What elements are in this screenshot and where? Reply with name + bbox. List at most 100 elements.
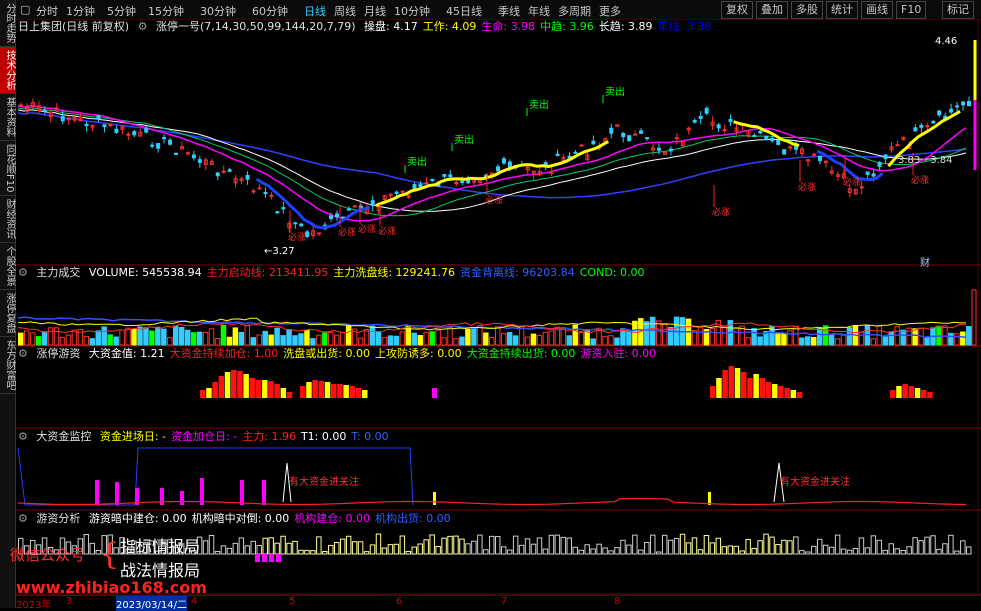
- volume-bar: [339, 331, 346, 346]
- candle-body: [895, 144, 900, 147]
- volume-bar: [53, 327, 60, 346]
- youzi-bar: [417, 543, 423, 555]
- volume-bar: [262, 330, 268, 346]
- volume-bar: [608, 335, 614, 346]
- youzi-bar: [393, 543, 400, 555]
- youzi-bar: [322, 550, 328, 555]
- settings-gear-icon[interactable]: ⚙: [18, 266, 28, 279]
- candle-body: [501, 158, 506, 164]
- zt-bar: [255, 380, 262, 398]
- candle-body: [460, 180, 465, 184]
- candle-body: [334, 213, 339, 218]
- youzi-bar: [351, 541, 358, 555]
- youzi-bar: [584, 544, 590, 555]
- zt-panel-title[interactable]: 涨停游资: [36, 347, 80, 360]
- youzi-bar: [232, 542, 239, 555]
- youzi-bar: [745, 539, 751, 555]
- monitor-panel-title[interactable]: 大资金监控: [36, 430, 91, 443]
- candle-body: [257, 187, 262, 190]
- volume-bar: [471, 328, 477, 346]
- settings-gear-icon[interactable]: ⚙: [18, 512, 28, 525]
- youzi-bar: [799, 550, 805, 555]
- youzi-bar: [244, 545, 251, 555]
- volume-bar: [238, 331, 245, 346]
- volume-bar: [357, 337, 364, 346]
- volume-bar: [512, 335, 519, 346]
- volume-bar: [453, 338, 459, 346]
- candle-body: [507, 161, 512, 168]
- youzi-bar: [834, 534, 841, 555]
- legend-item: T1: 0.00: [300, 430, 347, 443]
- watermark-wechat: 微信公众号: [10, 546, 86, 564]
- youzi-bar: [721, 546, 728, 555]
- youzi-bar: [709, 542, 716, 555]
- legend-item: 洗盘或出货: 0.00: [283, 347, 370, 360]
- volume-bar: [149, 330, 155, 346]
- volume-bar: [751, 328, 757, 346]
- main-indicator-name[interactable]: 涨停一号(7,14,30,50,99,144,20,7,79): [156, 20, 356, 33]
- volume-bar: [143, 327, 149, 346]
- volume-bar: [912, 328, 918, 346]
- youzi-bar: [942, 543, 948, 555]
- youzi-bar: [715, 537, 722, 555]
- youzi-bar: [578, 549, 584, 555]
- youzi-panel-title[interactable]: 游资分析: [36, 512, 80, 525]
- date-axis: 2023年 3 2023/03/14/二 4 5 6 7 8: [16, 595, 981, 611]
- monitor-note: 有大资金进关注: [289, 475, 359, 488]
- candle-body: [132, 131, 137, 136]
- volume-bar: [220, 324, 227, 346]
- youzi-bar: [328, 544, 334, 555]
- youzi-bar: [268, 537, 274, 555]
- volume-bar: [125, 327, 131, 346]
- candle-body: [346, 208, 351, 211]
- candle-body: [770, 137, 775, 142]
- settings-gear-icon[interactable]: ⚙: [18, 347, 28, 360]
- youzi-bar: [369, 544, 376, 555]
- volume-bar: [530, 333, 537, 346]
- volume-bar: [578, 332, 584, 346]
- candle-body: [674, 137, 679, 140]
- zt-bar: [331, 384, 337, 398]
- candle-body: [454, 181, 459, 184]
- candle-body: [949, 108, 954, 113]
- cai-badge[interactable]: 财: [920, 254, 930, 269]
- volume-bar: [411, 332, 417, 346]
- date-label: 2023/03/14/二: [116, 596, 188, 611]
- settings-gear-icon[interactable]: ⚙: [18, 430, 28, 443]
- volume-bar: [214, 338, 221, 346]
- volume-bar: [614, 337, 620, 346]
- youzi-bar: [447, 535, 453, 555]
- volume-bar: [178, 326, 185, 346]
- youzi-bar: [423, 539, 429, 555]
- volume-panel-title[interactable]: 主力成交: [36, 266, 80, 279]
- volume-bar: [316, 334, 322, 346]
- youzi-bar: [757, 540, 763, 555]
- candle-body: [466, 179, 471, 184]
- candle-body: [275, 211, 280, 214]
- youzi-bar: [650, 534, 656, 555]
- volume-bar: [888, 331, 894, 346]
- candle-body: [692, 120, 697, 123]
- zt-bar: [747, 378, 753, 398]
- settings-gear-icon[interactable]: ⚙: [138, 20, 148, 33]
- volume-bar: [822, 325, 829, 346]
- youzi-bar: [381, 547, 388, 555]
- volume-bar: [95, 330, 101, 346]
- youzi-bar: [548, 534, 555, 555]
- legend-item: 大资金值: 1.21: [88, 347, 165, 360]
- youzi-bar: [793, 536, 799, 555]
- youzi-bar: [816, 538, 823, 555]
- legend-item: 机构暗中对倒: 0.00: [191, 512, 290, 525]
- volume-bar: [83, 335, 90, 346]
- volume-bar: [256, 334, 262, 346]
- youzi-bar: [286, 542, 292, 555]
- date-label: 6: [396, 596, 403, 607]
- candle-body: [108, 124, 113, 127]
- zt-bar: [927, 392, 933, 398]
- zt-bar: [355, 388, 362, 398]
- candle-body: [776, 139, 781, 145]
- youzi-bar: [846, 549, 853, 555]
- youzi-bar: [542, 548, 549, 555]
- candle-body: [197, 159, 202, 163]
- volume-bar: [566, 335, 573, 346]
